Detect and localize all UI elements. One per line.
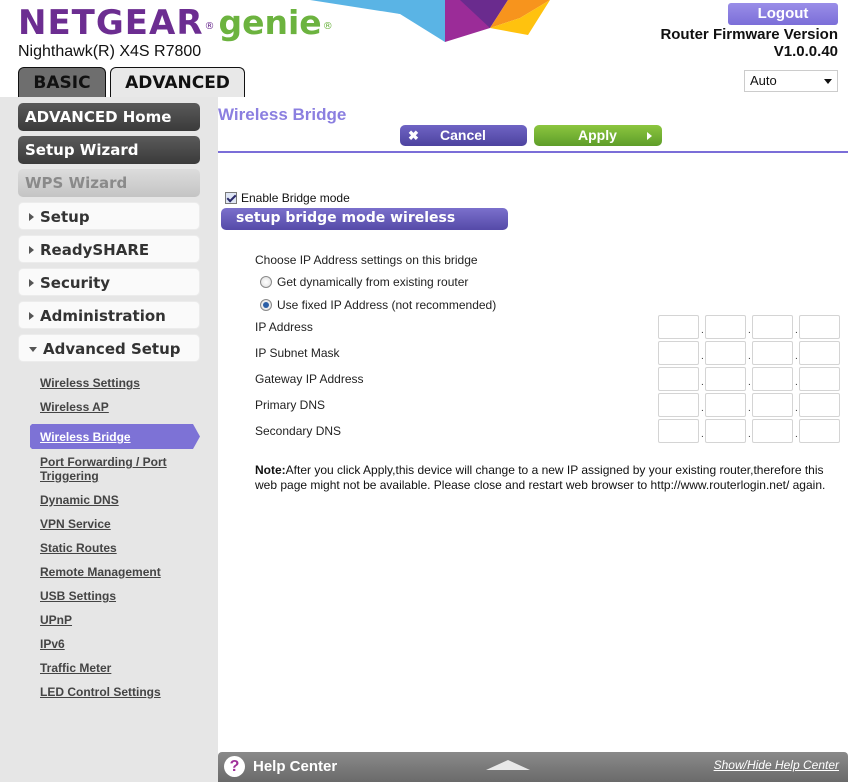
header: NETGEAR®genie® Nighthawk(R) X4S R7800 BA… (0, 0, 848, 98)
note-body: After you click Apply,this device will c… (255, 463, 826, 492)
fixed-ip-radio[interactable] (260, 299, 272, 311)
decorative-shapes-graphic (250, 0, 550, 42)
secondary-dns-octet-1[interactable] (658, 419, 699, 443)
secondary-dns-row: Secondary DNS . . . (255, 419, 840, 443)
secondary-dns-octet-3[interactable] (752, 419, 793, 443)
note-text: Note:After you click Apply,this device w… (255, 463, 845, 493)
expand-arrow-icon[interactable] (486, 760, 530, 770)
sidebar-item-upnp[interactable]: UPnP (40, 613, 72, 627)
caret-right-icon (29, 246, 34, 254)
gateway-octet-3[interactable] (752, 367, 793, 391)
sidebar-item-traffic-meter[interactable]: Traffic Meter (40, 661, 111, 675)
caret-right-icon (29, 213, 34, 221)
caret-down-icon (29, 347, 37, 352)
sidebar-item-port-forwarding[interactable]: Port Forwarding / Port Triggering (40, 455, 167, 483)
dynamic-ip-radio[interactable] (260, 276, 272, 288)
gateway-row: Gateway IP Address . . . (255, 367, 840, 391)
tab-advanced[interactable]: ADVANCED (110, 67, 245, 98)
sidebar-item-wireless-settings[interactable]: Wireless Settings (40, 376, 140, 390)
ip-address-octet-4[interactable] (799, 315, 840, 339)
tab-basic[interactable]: BASIC (18, 67, 106, 98)
apply-button[interactable]: Apply (534, 125, 662, 146)
caret-right-icon (29, 312, 34, 320)
page-title: Wireless Bridge (218, 105, 347, 124)
show-hide-help-link[interactable]: Show/Hide Help Center (714, 758, 839, 772)
gateway-octet-1[interactable] (658, 367, 699, 391)
cancel-button[interactable]: ✖ Cancel (400, 125, 527, 146)
caret-right-icon (29, 279, 34, 287)
router-model: Nighthawk(R) X4S R7800 (18, 43, 202, 60)
logout-button[interactable]: Logout (728, 3, 838, 25)
subnet-mask-octet-3[interactable] (752, 341, 793, 365)
sidebar-item-ipv6[interactable]: IPv6 (40, 637, 65, 651)
subnet-mask-octet-2[interactable] (705, 341, 746, 365)
enable-bridge-checkbox[interactable] (225, 192, 237, 204)
brand-name: NETGEAR (18, 3, 204, 43)
help-center-bar: ? Help Center Show/Hide Help Center (218, 752, 848, 782)
sidebar-section-administration[interactable]: Administration (18, 301, 200, 329)
title-divider (218, 151, 848, 153)
sidebar-item-wireless-bridge[interactable]: Wireless Bridge (40, 430, 131, 444)
sidebar-section-security[interactable]: Security (18, 268, 200, 296)
sidebar: ADVANCED Home Setup Wizard WPS Wizard Se… (0, 97, 218, 782)
primary-dns-octet-4[interactable] (799, 393, 840, 417)
sidebar-item-usb-settings[interactable]: USB Settings (40, 589, 116, 603)
gateway-octet-2[interactable] (705, 367, 746, 391)
sidebar-advanced-home[interactable]: ADVANCED Home (18, 103, 200, 131)
sidebar-item-led-control-settings[interactable]: LED Control Settings (40, 685, 161, 699)
firmware-label: Router Firmware Version (660, 26, 838, 43)
ip-address-octet-3[interactable] (752, 315, 793, 339)
sidebar-setup-wizard[interactable]: Setup Wizard (18, 136, 200, 164)
sidebar-section-setup[interactable]: Setup (18, 202, 200, 230)
setup-bridge-settings-button[interactable]: setup bridge mode wireless settings (221, 208, 508, 247)
caret-right-icon (647, 132, 652, 140)
note-prefix: Note: (255, 463, 286, 477)
question-icon: ? (224, 756, 245, 777)
sidebar-item-dynamic-dns[interactable]: Dynamic DNS (40, 493, 119, 507)
ip-address-octet-2[interactable] (705, 315, 746, 339)
primary-dns-octet-3[interactable] (752, 393, 793, 417)
subnet-mask-row: IP Subnet Mask . . . (255, 341, 840, 365)
sidebar-wps-wizard[interactable]: WPS Wizard (18, 169, 200, 197)
ip-settings-label: Choose IP Address settings on this bridg… (255, 253, 478, 267)
gateway-octet-4[interactable] (799, 367, 840, 391)
primary-dns-octet-2[interactable] (705, 393, 746, 417)
primary-dns-octet-1[interactable] (658, 393, 699, 417)
subnet-mask-octet-1[interactable] (658, 341, 699, 365)
language-select-value: Auto (750, 73, 777, 88)
firmware-version: V1.0.0.40 (773, 43, 838, 60)
sidebar-item-static-routes[interactable]: Static Routes (40, 541, 117, 555)
ip-address-octet-1[interactable] (658, 315, 699, 339)
sidebar-section-advanced-setup[interactable]: Advanced Setup (18, 334, 200, 362)
sidebar-item-vpn-service[interactable]: VPN Service (40, 517, 111, 531)
ip-address-row: IP Address . . . (255, 315, 840, 339)
sidebar-section-readyshare[interactable]: ReadySHARE (18, 235, 200, 263)
secondary-dns-octet-4[interactable] (799, 419, 840, 443)
chevron-down-icon (824, 79, 832, 84)
primary-dns-row: Primary DNS . . . (255, 393, 840, 417)
sidebar-item-wireless-ap[interactable]: Wireless AP (40, 400, 109, 414)
enable-bridge-label: Enable Bridge mode (241, 191, 350, 205)
enable-bridge-row: Enable Bridge mode (225, 191, 350, 205)
ip-option-dynamic: Get dynamically from existing router (260, 275, 468, 289)
help-center-title: Help Center (253, 758, 338, 775)
sidebar-item-remote-management[interactable]: Remote Management (40, 565, 161, 579)
subnet-mask-octet-4[interactable] (799, 341, 840, 365)
secondary-dns-octet-2[interactable] (705, 419, 746, 443)
main-content: Wireless Bridge ✖ Cancel Apply Enable Br… (218, 97, 848, 782)
close-icon: ✖ (408, 128, 419, 143)
language-select[interactable]: Auto (744, 70, 838, 92)
ip-option-fixed: Use fixed IP Address (not recommended) (260, 298, 496, 312)
